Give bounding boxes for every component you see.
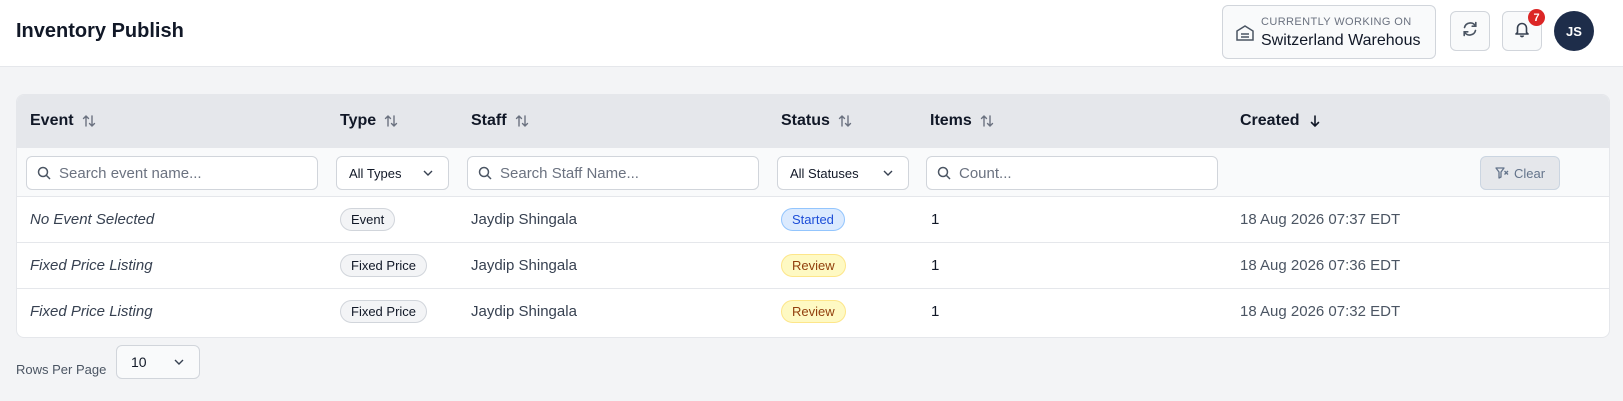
status-badge: Review [781, 254, 846, 277]
column-header-created[interactable]: Created [1240, 112, 1322, 130]
sort-icon [515, 115, 528, 127]
user-avatar[interactable]: JS [1554, 11, 1594, 51]
sort-icon [838, 115, 852, 127]
event-cell: No Event Selected [30, 211, 155, 228]
type-badge: Event [340, 208, 396, 231]
event-cell: Fixed Price Listing [30, 303, 153, 320]
column-label: Type [340, 112, 377, 129]
column-header-event[interactable]: Event [30, 112, 96, 130]
type-filter-select[interactable]: All Types [336, 156, 449, 190]
items-count-field[interactable] [959, 164, 1211, 182]
items-cell: 1 [931, 211, 940, 228]
filter-row: All Types All Statuses Clear [17, 148, 1609, 197]
filter-clear-icon [1495, 167, 1509, 179]
top-bar: Inventory Publish Currently Working On S… [0, 0, 1623, 67]
rows-per-page-label: Rows Per Page [16, 362, 107, 377]
type-badge: Fixed Price [340, 254, 428, 277]
page-title: Inventory Publish [16, 20, 184, 42]
column-label: Items [930, 112, 972, 129]
chevron-down-icon [883, 170, 893, 176]
type-filter-value: All Types [349, 165, 402, 181]
event-search-input[interactable] [26, 156, 318, 190]
column-header-status[interactable]: Status [781, 112, 852, 130]
staff-cell: Jaydip Shingala [471, 257, 577, 274]
table-header: Event Type Staff Status Items Created [17, 95, 1609, 148]
sort-icon [384, 115, 398, 127]
table-row[interactable]: Fixed Price Listing Fixed Price Jaydip S… [17, 243, 1609, 289]
column-header-type[interactable]: Type [340, 112, 398, 130]
table-row[interactable]: Fixed Price Listing Fixed Price Jaydip S… [17, 289, 1609, 335]
refresh-icon [1461, 20, 1479, 43]
event-cell: Fixed Price Listing [30, 257, 153, 274]
event-search-field[interactable] [59, 164, 311, 182]
staff-cell: Jaydip Shingala [471, 303, 577, 320]
staff-cell: Jaydip Shingala [471, 211, 577, 228]
search-icon [478, 166, 492, 180]
column-label: Staff [471, 112, 507, 129]
created-cell: 18 Aug 2026 07:37 EDT [1240, 211, 1401, 228]
chevron-down-icon [423, 170, 433, 176]
created-cell: 18 Aug 2026 07:32 EDT [1240, 303, 1401, 320]
refresh-button[interactable] [1450, 11, 1490, 51]
chevron-down-icon [174, 359, 184, 365]
sort-icon [82, 115, 95, 127]
search-icon [37, 166, 51, 180]
staff-search-input[interactable] [467, 156, 759, 190]
warehouse-name: Switzerland Warehous [1261, 32, 1421, 49]
clear-filters-button[interactable]: Clear [1480, 156, 1560, 190]
sort-icon [980, 115, 993, 127]
column-header-staff[interactable]: Staff [471, 112, 529, 130]
status-badge: Started [781, 208, 845, 231]
sort-down-icon [1310, 115, 1319, 128]
column-label: Status [781, 112, 830, 129]
warehouse-selector[interactable]: Currently Working On Switzerland Warehou… [1222, 5, 1436, 59]
rows-per-page-select[interactable]: 10 [116, 345, 200, 379]
type-badge: Fixed Price [340, 300, 428, 323]
search-icon [937, 166, 951, 180]
column-label: Created [1240, 112, 1300, 129]
notification-count-badge: 7 [1528, 9, 1545, 26]
publish-table: Event Type Staff Status Items Created Se… [16, 94, 1610, 338]
items-cell: 1 [931, 257, 940, 274]
table-row[interactable]: No Event Selected Event Jaydip Shingala … [17, 197, 1609, 243]
items-cell: 1 [931, 303, 940, 320]
column-header-items[interactable]: Items [930, 112, 994, 130]
status-filter-select[interactable]: All Statuses [777, 156, 909, 190]
created-cell: 18 Aug 2026 07:36 EDT [1240, 257, 1401, 274]
status-filter-value: All Statuses [790, 165, 859, 181]
rows-per-page-value: 10 [131, 354, 147, 370]
warehouse-icon [1235, 24, 1255, 42]
clear-label: Clear [1513, 165, 1546, 181]
staff-search-field[interactable] [500, 164, 752, 182]
column-label: Event [30, 112, 74, 129]
bell-icon [1513, 20, 1531, 43]
items-count-input[interactable] [926, 156, 1218, 190]
working-on-caption: Currently Working On [1261, 16, 1412, 28]
status-badge: Review [781, 300, 846, 323]
